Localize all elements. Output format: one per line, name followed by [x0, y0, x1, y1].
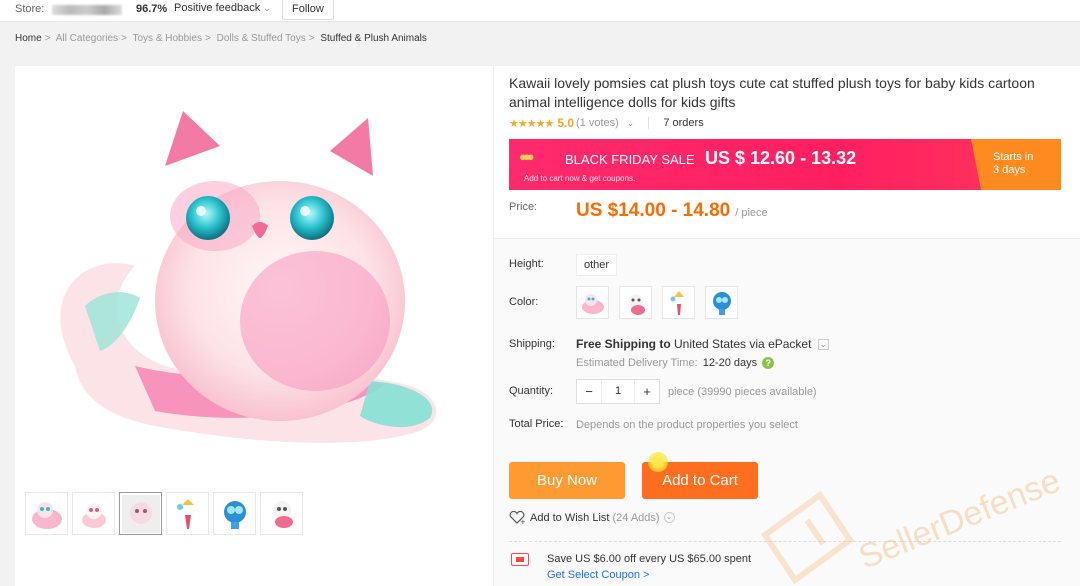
estimated-delivery-days: 12-20 days — [702, 357, 758, 369]
follow-button[interactable]: Follow — [282, 0, 334, 20]
breadcrumb-dolls-stuffed-toys[interactable]: Dolls & Stuffed Toys — [217, 33, 306, 44]
thumbnail-1[interactable] — [25, 492, 68, 535]
height-option-other[interactable]: other — [576, 254, 618, 276]
price-value: US $14.00 - 14.80 — [576, 200, 731, 221]
shipping-label: Shipping: — [509, 338, 555, 350]
store-name-redacted — [52, 5, 122, 15]
price-label: Price: — [509, 201, 538, 213]
wish-list-adds: (24 Adds) — [612, 511, 660, 524]
color-options — [576, 286, 738, 319]
thumbnail-4[interactable] — [166, 492, 209, 535]
sale-countdown: Starts in 3 days — [971, 139, 1061, 190]
heart-icon: + — [509, 511, 525, 524]
color-option-pink-cat[interactable] — [576, 286, 609, 319]
shipping-method[interactable]: Free Shipping to United States via ePack… — [576, 337, 829, 351]
cursor-highlight — [648, 452, 668, 472]
thumbnail-strip — [25, 492, 303, 535]
quantity-decrement-button[interactable]: − — [577, 380, 601, 403]
chevron-down-icon[interactable]: ⌄ — [627, 118, 635, 129]
product-main-image[interactable] — [15, 66, 493, 486]
color-label: Color: — [509, 296, 539, 308]
height-label: Height: — [509, 258, 544, 270]
thumbnail-6[interactable] — [260, 492, 303, 535]
total-price-label: Total Price: — [509, 418, 564, 430]
feedback-percentage: 96.7% — [136, 3, 168, 15]
quantity-box: − 1 + — [576, 379, 660, 404]
breadcrumb-separator: > — [204, 33, 211, 44]
quantity-label: Quantity: — [509, 385, 554, 397]
quantity-input[interactable]: 1 — [601, 380, 635, 403]
black-friday-sale-banner: ●●● BLACK FRIDAY SALE US $ 12.60 - 13.32… — [509, 139, 1061, 190]
free-shipping-label: Free Shipping to — [576, 337, 671, 351]
add-to-cart-label: Add to Cart — [662, 472, 738, 489]
coupon-divider — [509, 541, 1061, 542]
color-option-white-cat[interactable] — [619, 286, 652, 319]
breadcrumb-all-categories[interactable]: All Categories — [56, 33, 118, 44]
breadcrumb-separator: > — [44, 33, 51, 44]
thumbnail-3[interactable] — [119, 492, 162, 535]
color-option-unicorn[interactable] — [662, 286, 695, 319]
product-title: Kawaii lovely pomsies cat plush toys cut… — [509, 75, 1035, 110]
votes-link[interactable]: (1 votes) — [576, 117, 619, 129]
price-unit: / piece — [735, 207, 768, 219]
coins-icon: ●●● — [519, 149, 534, 164]
store-bar: Store: 96.7% Positive feedback ⌄ Follow — [0, 0, 1080, 22]
product-attributes: Height: other Color: Shipping: Free Ship… — [494, 238, 1080, 586]
divider — [648, 117, 650, 129]
thumbnail-2[interactable] — [72, 492, 115, 535]
quantity-increment-button[interactable]: + — [635, 380, 659, 403]
rating-row: ★★★★★ 5.0 (1 votes) ⌄ 7 orders — [509, 116, 704, 130]
add-to-cart-button[interactable]: Add to Cart — [642, 452, 758, 499]
breadcrumb-separator: > — [308, 33, 315, 44]
starts-days: 3 days — [993, 164, 1026, 176]
sale-label: BLACK FRIDAY SALE — [565, 152, 695, 167]
svg-text:+: + — [520, 518, 525, 524]
buy-now-button[interactable]: Buy Now — [509, 462, 625, 499]
sale-price: US $ 12.60 - 13.32 — [705, 148, 857, 168]
sale-subtext: Add to cart now & get coupons. — [524, 174, 636, 183]
breadcrumb-separator: > — [121, 33, 127, 44]
get-coupon-link[interactable]: Get Select Coupon > — [547, 569, 649, 581]
coupon-offer: Save US $6.00 off every US $65.00 spent — [547, 553, 752, 565]
feedback-label: Positive feedback — [174, 2, 261, 14]
breadcrumb-stuffed-plush-animals[interactable]: Stuffed & Plush Animals — [320, 33, 427, 44]
rating-value: 5.0 — [557, 116, 574, 130]
product-info: Kawaii lovely pomsies cat plush toys cut… — [493, 66, 1080, 586]
price-row: Price: US $14.00 - 14.80 / piece — [509, 200, 768, 222]
product-gallery — [15, 66, 493, 586]
chevron-down-icon[interactable]: ⌄ — [663, 512, 675, 523]
help-icon[interactable]: ? — [762, 357, 775, 370]
store-label: Store: — [15, 3, 45, 15]
breadcrumb-toys-hobbies[interactable]: Toys & Hobbies — [132, 33, 201, 44]
shipping-destination: United States via ePacket — [674, 337, 812, 351]
coupon-icon — [511, 553, 529, 566]
starts-in-label: Starts in — [993, 151, 1034, 163]
purchase-buttons: Buy Now Add to Cart — [509, 452, 758, 499]
chevron-down-icon[interactable]: ⌄ — [817, 339, 829, 351]
breadcrumb-home[interactable]: Home — [15, 33, 42, 44]
color-option-blue-owl[interactable] — [705, 286, 738, 319]
estimated-delivery-label: Estimated Delivery Time: — [576, 357, 698, 369]
breadcrumb: Home > All Categories > Toys & Hobbies > Do… — [15, 33, 430, 44]
star-rating-icon: ★★★★★ — [509, 117, 554, 130]
orders-count: 7 orders — [663, 117, 704, 129]
quantity-available: piece (39990 pieces available) — [668, 385, 817, 398]
thumbnail-5[interactable] — [213, 492, 256, 535]
estimated-delivery: Estimated Delivery Time: 12-20 days ? — [576, 357, 775, 370]
product-panel: Kawaii lovely pomsies cat plush toys cut… — [15, 66, 1080, 586]
chevron-down-icon: ⌄ — [263, 3, 271, 13]
total-price-value: Depends on the product properties you se… — [576, 419, 798, 431]
wish-list-label: Add to Wish List — [530, 511, 610, 524]
feedback-link[interactable]: Positive feedback ⌄ — [174, 2, 271, 14]
quantity-stepper: − 1 + piece (39990 pieces available) — [576, 379, 817, 404]
add-to-wish-list[interactable]: + Add to Wish List (24 Adds) ⌄ — [509, 511, 675, 524]
